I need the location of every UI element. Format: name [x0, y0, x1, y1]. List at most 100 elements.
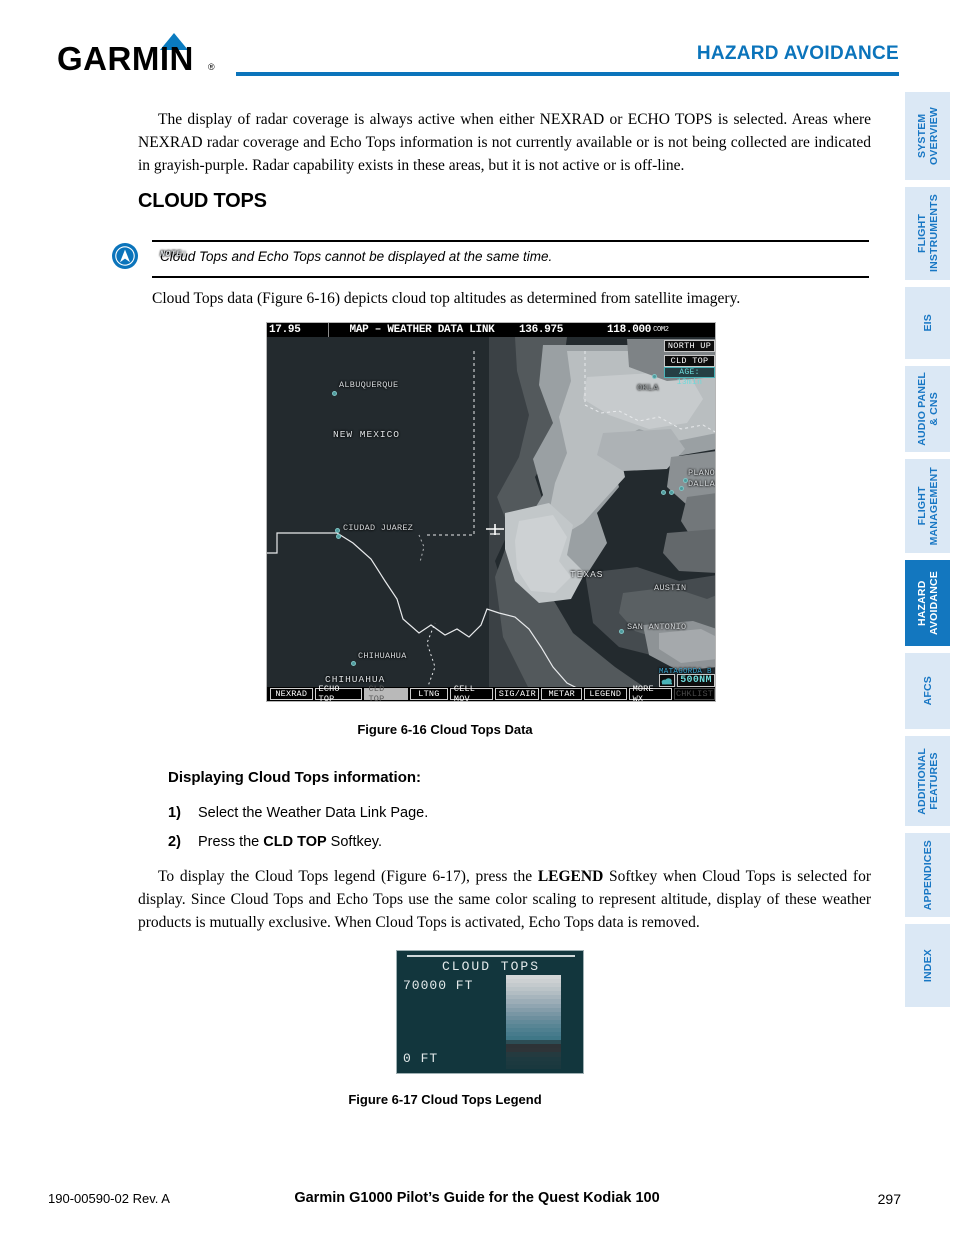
procedure-step-2-text: Press the CLD TOP Softkey.	[198, 834, 382, 850]
city-dot-fort-worth	[661, 490, 666, 495]
sidebar-item-label: EIS	[921, 314, 934, 332]
mfd-frequency-standby-value: 118.000	[607, 324, 652, 336]
map-label-oklahoma: OKLA	[637, 383, 659, 393]
sidebar-item-hazard-avoidance[interactable]: HAZARD AVOIDANCE	[905, 560, 950, 646]
map-label-plano: PLANO	[688, 468, 716, 478]
softkey-metar[interactable]: METAR	[541, 688, 583, 700]
city-dot-oklahoma-city	[652, 374, 657, 379]
procedure-step-2-lead: Press the	[198, 834, 264, 850]
page-title: HAZARD AVOIDANCE	[696, 43, 899, 64]
figure-6-16-caption: Figure 6-16 Cloud Tops Data	[357, 722, 533, 737]
sidebar-item-label: AUDIO PANEL & CNS	[915, 372, 940, 446]
city-dot-chihuahua	[351, 661, 356, 666]
legend-color-band-22	[506, 1064, 561, 1069]
mfd-map-canvas[interactable]: ALBUQUERQUE NEW MEXICO CIUDAD JUAREZ CHI…	[267, 337, 716, 689]
garmin-logo: GARMIN ®	[57, 33, 227, 75]
note-top-divider	[152, 240, 869, 242]
note-label: NOTE:	[160, 249, 188, 259]
procedure-step-2-tail: Softkey.	[326, 834, 382, 850]
sidebar-item-label: SYSTEM OVERVIEW	[915, 106, 940, 165]
figure-6-17-cloud-tops-legend: CLOUD TOPS 70000 FT 0 FT	[396, 950, 584, 1074]
map-overlay-indicator[interactable]: CLD TOP	[664, 355, 715, 367]
softkey-cell-mov[interactable]: CELL MOV	[449, 684, 494, 701]
map-label-new-mexico: NEW MEXICO	[333, 429, 401, 440]
sidebar-item-eis[interactable]: EIS	[905, 287, 950, 359]
sidebar-item-label: INDEX	[921, 948, 934, 983]
header-divider	[236, 72, 899, 76]
footer-page-number: 297	[877, 1191, 901, 1207]
note-body: Cloud Tops and Echo Tops cannot be displ…	[160, 249, 553, 264]
sidebar-item-label: APPENDICES	[921, 839, 934, 911]
aircraft-symbol-icon	[485, 523, 505, 535]
sidebar-item-label: HAZARD AVOIDANCE	[915, 570, 940, 636]
legend-paragraph-softkey-name: LEGEND	[537, 868, 604, 885]
legend-top-divider	[407, 955, 575, 957]
softkey-echo-top[interactable]: ECHO TOP	[314, 684, 363, 701]
city-dot-dallas-metro	[679, 486, 684, 491]
footer-document-title: Garmin G1000 Pilot’s Guide for the Quest…	[294, 1190, 660, 1206]
mfd-frequency-standby-label: COM2	[653, 326, 669, 334]
city-dot-dallas	[683, 478, 688, 483]
note-bottom-divider	[152, 276, 869, 278]
map-data-age-indicator: AGE: 13min	[664, 367, 715, 387]
sidebar-item-appendices[interactable]: APPENDICES	[905, 833, 950, 917]
mfd-frequency-standby: 118.000 COM2	[607, 323, 715, 337]
softkey-nexrad[interactable]: NEXRAD	[270, 688, 313, 700]
page-header: GARMIN ® HAZARD AVOIDANCE	[0, 0, 954, 92]
legend-max-altitude: 70000 FT	[403, 978, 474, 993]
city-dot-arlington	[669, 490, 674, 495]
sidebar-item-index[interactable]: INDEX	[905, 924, 950, 1007]
figure-6-17-caption: Figure 6-17 Cloud Tops Legend	[348, 1092, 542, 1107]
sidebar-item-label: FLIGHT INSTRUMENTS	[915, 194, 940, 273]
legend-paragraph-pre: To display the Cloud Tops legend (Figure…	[158, 868, 538, 885]
mfd-top-bar: 17.95 MAP – WEATHER DATA LINK 136.975 11…	[267, 323, 715, 337]
softkey-more-wx[interactable]: MORE WX	[628, 684, 672, 701]
garmin-wordmark: GARMIN	[57, 40, 194, 77]
map-range-indicator[interactable]: 500NM	[677, 674, 715, 687]
sidebar-item-additional-features[interactable]: ADDITIONAL FEATURES	[905, 736, 950, 826]
sidebar-item-audio-panel-cns[interactable]: AUDIO PANEL & CNS	[905, 366, 950, 452]
map-label-chihuahua-city: CHIHUAHUA	[358, 651, 407, 661]
legend-title: CLOUD TOPS	[441, 959, 540, 974]
map-label-ciudad-juarez: CIUDAD JUAREZ	[343, 523, 414, 533]
section-heading-cloud-tops: CLOUD TOPS	[138, 190, 267, 212]
garmin-registered-mark: ®	[208, 62, 215, 72]
procedure-step-1: 1) Select the Weather Data Link Page.	[168, 805, 428, 821]
mfd-frequency-active: 136.975	[519, 324, 564, 336]
intro-paragraph: The display of radar coverage is always …	[138, 111, 871, 174]
mfd-frequency-left: 17.95	[269, 324, 301, 336]
procedure-step-2-softkey-name: CLD TOP	[263, 834, 327, 850]
procedure-heading: Displaying Cloud Tops information:	[168, 769, 422, 786]
map-label-dallas: DALLAS	[688, 479, 716, 489]
map-label-san-antonio: SAN ANTONIO	[627, 622, 687, 632]
map-label-austin: AUSTIN	[654, 583, 687, 593]
cloud-tops-paragraph: Cloud Tops data (Figure 6-16) depicts cl…	[152, 290, 741, 307]
procedure-step-2: 2) Press the CLD TOP Softkey.	[168, 834, 382, 850]
softkey-chklist: CHKLIST	[674, 688, 715, 700]
softkey-legend[interactable]: LEGEND	[584, 688, 627, 700]
sidebar-item-flight-management[interactable]: FLIGHT MANAGEMENT	[905, 459, 950, 553]
sidebar-item-label: ADDITIONAL FEATURES	[915, 747, 940, 815]
procedure-step-1-number: 1)	[168, 805, 181, 821]
sidebar-item-label: FLIGHT MANAGEMENT	[915, 466, 940, 546]
legend-description-paragraph: To display the Cloud Tops legend (Figure…	[138, 865, 871, 934]
figure-6-16-mfd-screenshot: 17.95 MAP – WEATHER DATA LINK 136.975 11…	[266, 322, 716, 702]
procedure-step-1-text: Select the Weather Data Link Page.	[198, 805, 429, 821]
city-dot-san-antonio	[619, 629, 624, 634]
note-text: NOTE: Cloud Tops and Echo Tops cannot be…	[160, 249, 552, 264]
softkey-cld-top[interactable]: CLD TOP	[364, 684, 408, 701]
procedure-step-2-number: 2)	[168, 834, 181, 850]
sidebar-item-flight-instruments[interactable]: FLIGHT INSTRUMENTS	[905, 187, 950, 280]
sidebar-item-system-overview[interactable]: SYSTEM OVERVIEW	[905, 92, 950, 180]
city-dot-albuquerque	[332, 391, 337, 396]
softkey-ltng[interactable]: LTNG	[409, 688, 448, 700]
sidebar-item-afcs[interactable]: AFCS	[905, 653, 950, 729]
city-dot-ciudad-juarez	[335, 528, 340, 533]
softkey-sig-air[interactable]: SIG/AIR	[495, 688, 540, 700]
chapter-tab-rail: SYSTEM OVERVIEW FLIGHT INSTRUMENTS EIS AUD…	[905, 92, 954, 1014]
map-orientation-indicator[interactable]: NORTH UP	[664, 340, 715, 352]
mfd-softkey-bar: NEXRAD ECHO TOP CLD TOP LTNG CELL MOV SI…	[267, 684, 715, 701]
city-dot-el-paso	[336, 534, 341, 539]
map-label-texas: TEXAS	[570, 569, 604, 580]
note-icon	[112, 243, 138, 269]
